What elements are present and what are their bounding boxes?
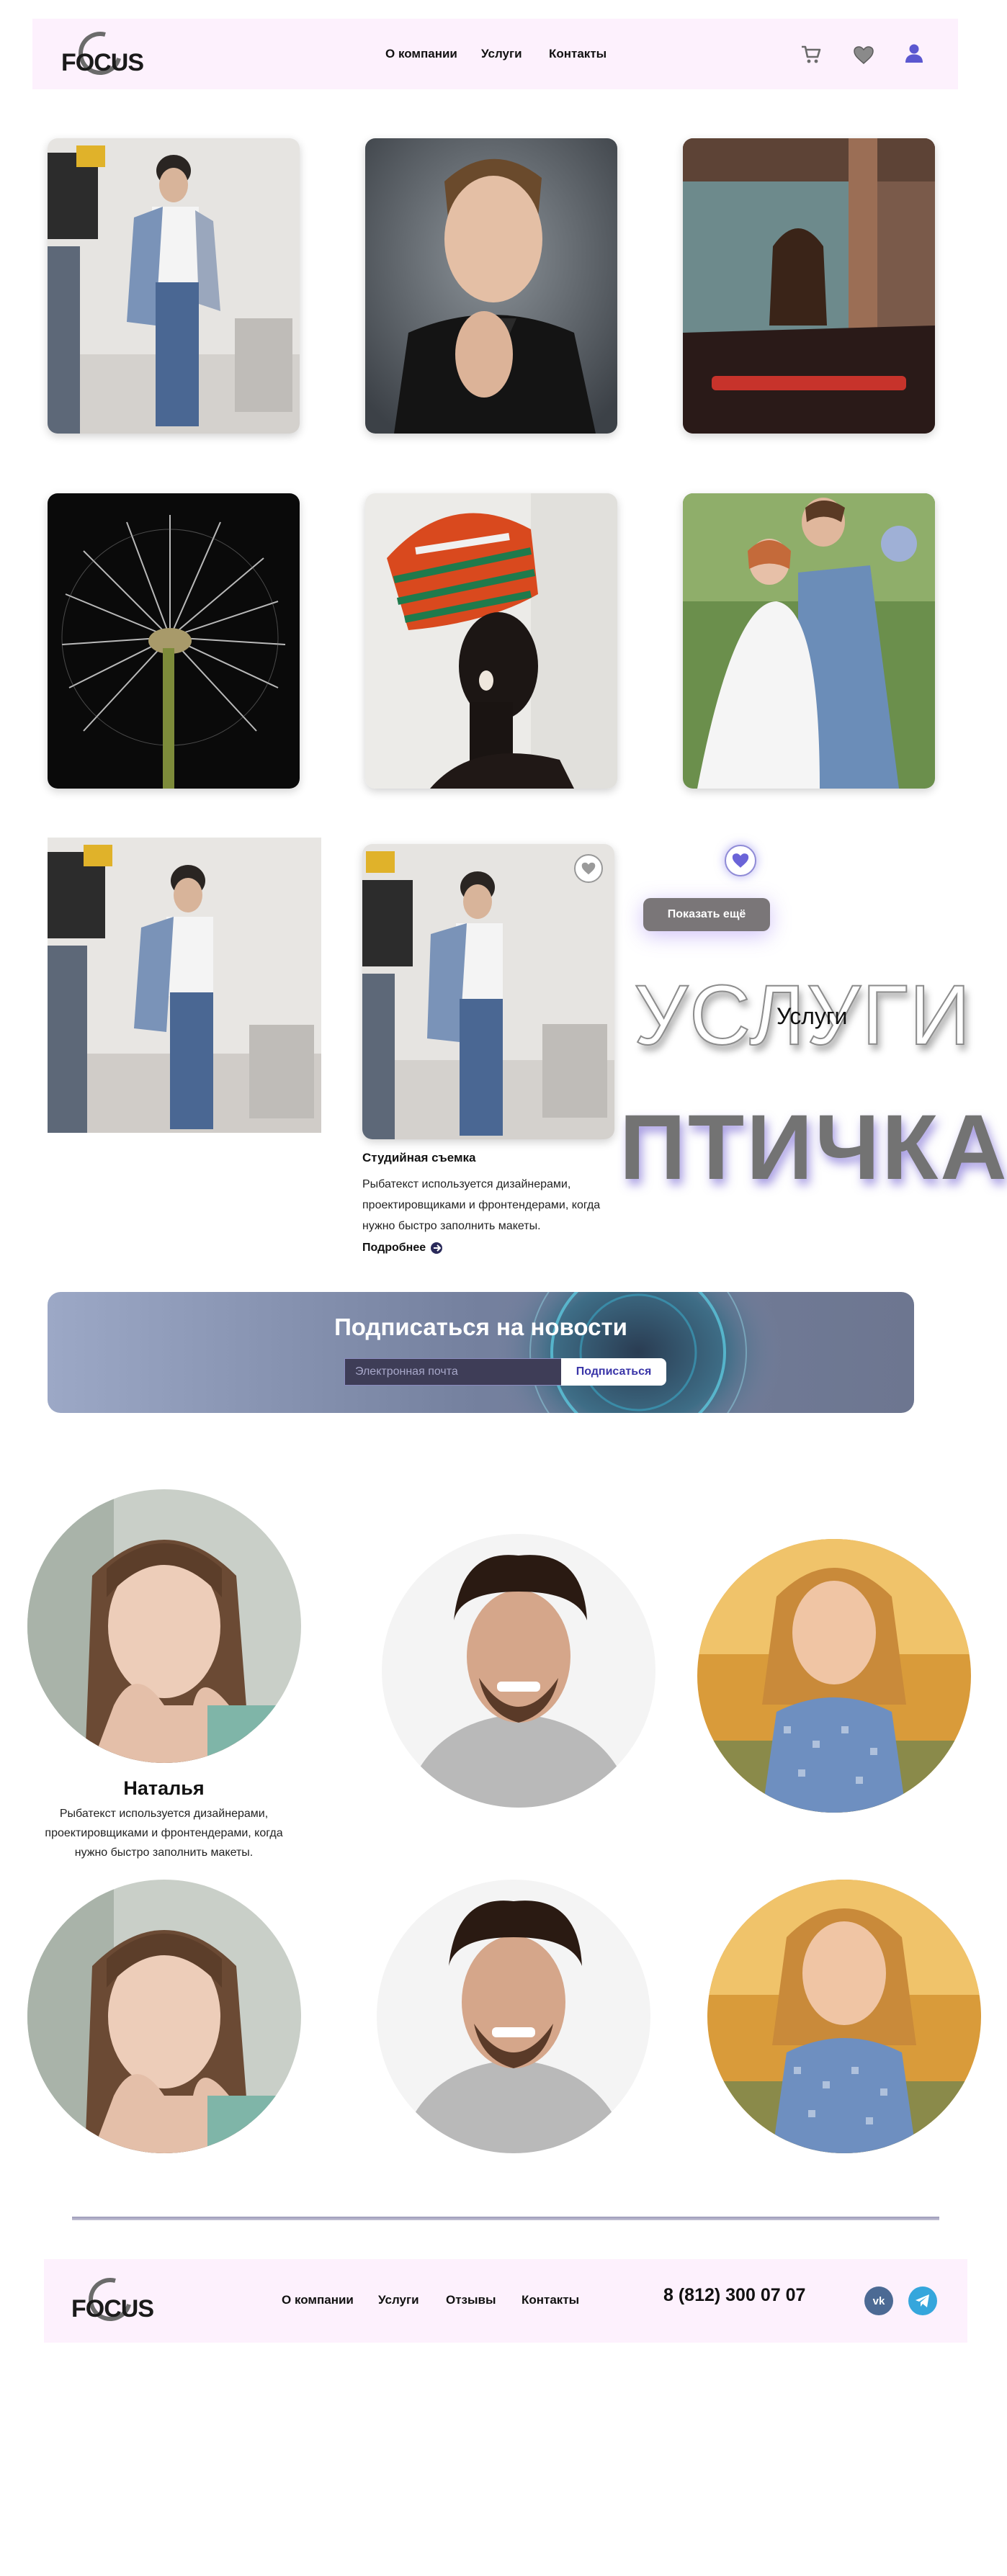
cart-icon[interactable]	[800, 43, 823, 66]
favorite-heart-icon[interactable]	[574, 854, 603, 883]
footer-nav-reviews[interactable]: Отзывы	[446, 2293, 496, 2307]
floating-heart-icon[interactable]	[725, 845, 756, 876]
nav-about[interactable]: О компании	[385, 47, 457, 61]
photo-dandelion[interactable]	[48, 493, 300, 789]
person-photo-woman-sunny-2[interactable]	[707, 1880, 981, 2153]
photo-woman-headwrap[interactable]	[365, 493, 617, 789]
card-text: Рыбатекст используется дизайнерами, прое…	[362, 1178, 601, 1232]
photo-wedding-couple[interactable]	[683, 493, 935, 789]
nav-contacts[interactable]: Контакты	[549, 47, 607, 61]
person-photo-woman-sunny-1[interactable]	[697, 1539, 971, 1813]
nav-services[interactable]: Услуги	[481, 47, 522, 61]
footer-logo[interactable]: FOCUS	[71, 2270, 154, 2329]
person-photo-man-1[interactable]	[382, 1534, 655, 1808]
more-link[interactable]: Подробнее	[362, 1242, 444, 1255]
site-footer: FOCUS О компании Услуги Отзывы Контакты …	[44, 2259, 967, 2343]
heart-icon[interactable]	[852, 43, 875, 66]
card-title: Студийная съемка	[362, 1151, 476, 1164]
bird-title: ПТИЧКА	[619, 1096, 1007, 1199]
person-photo-natalia-2[interactable]	[27, 1880, 301, 2153]
subscribe-banner: Подписаться на новости Подписаться	[48, 1292, 914, 1413]
person-photo-man-2[interactable]	[377, 1880, 650, 2153]
more-link-label: Подробнее	[362, 1242, 426, 1254]
services-title: Услуги	[776, 1003, 848, 1029]
footer-phone[interactable]: 8 (812) 300 07 07	[663, 2285, 805, 2306]
footer-nav-about[interactable]: О компании	[282, 2293, 354, 2307]
vk-icon[interactable]: vk	[864, 2286, 893, 2315]
footer-nav-contacts[interactable]: Контакты	[522, 2293, 579, 2307]
person-name: Наталья	[123, 1777, 205, 1799]
photo-studio-shoot[interactable]	[48, 138, 300, 434]
footer-divider	[72, 2217, 939, 2220]
person-photo-natalia[interactable]	[27, 1489, 301, 1763]
photo-man-portrait[interactable]	[365, 138, 617, 434]
site-header: FOCUS О компании Услуги Контакты	[32, 19, 958, 89]
email-input[interactable]	[344, 1358, 562, 1386]
photo-studio-shoot-large[interactable]	[48, 838, 321, 1133]
logo-text: FOCUS	[61, 49, 144, 76]
footer-logo-text: FOCUS	[71, 2295, 154, 2323]
telegram-icon[interactable]	[908, 2286, 937, 2315]
arrow-right-icon	[431, 1242, 443, 1254]
subscribe-title: Подписаться на новости	[334, 1314, 627, 1340]
photo-studio-card[interactable]	[362, 844, 614, 1139]
user-icon[interactable]	[903, 42, 926, 65]
footer-nav-services[interactable]: Услуги	[378, 2293, 419, 2307]
logo[interactable]: FOCUS	[61, 24, 144, 83]
subscribe-button[interactable]: Подписаться	[561, 1358, 666, 1386]
show-more-button[interactable]: Показать ещё	[643, 898, 770, 931]
photo-woman-car[interactable]	[683, 138, 935, 434]
person-description: Рыбатекст используется дизайнерами, прое…	[45, 1808, 283, 1859]
